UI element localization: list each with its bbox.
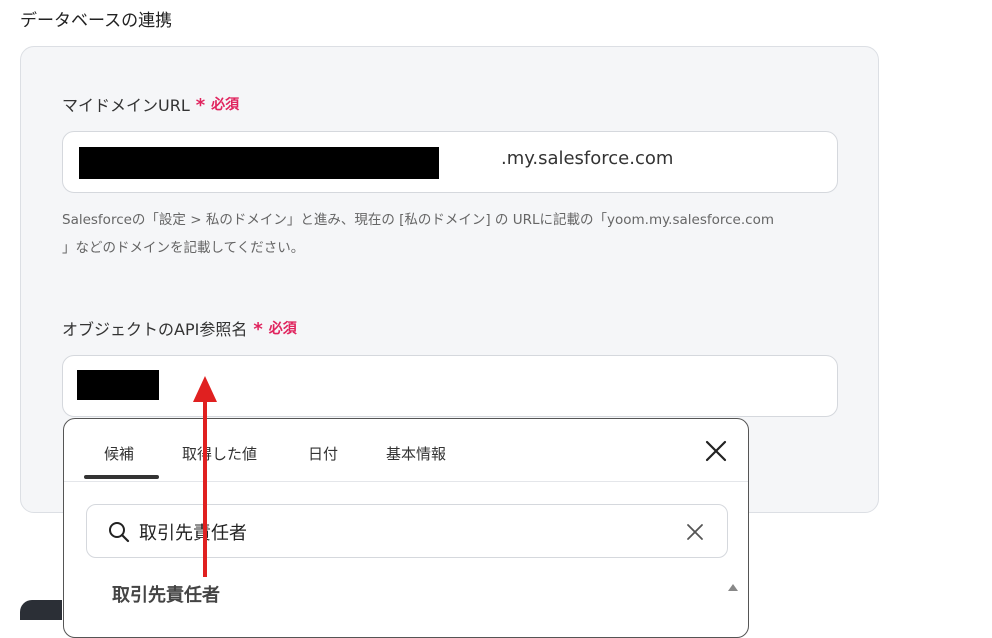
dropdown-tabs: 候補 取得した値 日付 基本情報	[64, 419, 748, 482]
clear-icon[interactable]	[685, 522, 705, 542]
close-icon[interactable]	[704, 439, 728, 463]
domain-url-help-text: Salesforceの「設定 > 私のドメイン」と進み、現在の [私のドメイン]…	[62, 206, 852, 262]
domain-url-label-text: マイドメインURL	[62, 96, 190, 115]
tab-basic-info[interactable]: 基本情報	[386, 443, 446, 464]
tab-candidates[interactable]: 候補	[104, 443, 134, 464]
object-api-name-input[interactable]	[62, 355, 838, 417]
redacted-value	[79, 147, 439, 179]
domain-url-label: マイドメインURL * 必須	[62, 92, 239, 116]
required-star-icon: *	[253, 318, 263, 340]
help-line-2: 」などのドメインを記載してください。	[62, 240, 305, 256]
suggestion-dropdown: 候補 取得した値 日付 基本情報 取引先責任者 取引先責任者	[63, 418, 749, 638]
required-badge: 必須	[268, 321, 297, 337]
search-query: 取引先責任者	[139, 523, 247, 544]
object-api-name-label-text: オブジェクトのAPI参照名	[62, 320, 248, 339]
search-icon	[109, 522, 130, 543]
scroll-up-arrow-icon[interactable]	[728, 584, 738, 591]
domain-url-value-suffix: .my.salesforce.com	[501, 148, 674, 169]
required-star-icon: *	[195, 94, 206, 116]
help-line-1: Salesforceの「設定 > 私のドメイン」と進み、現在の [私のドメイン]…	[62, 212, 774, 228]
dark-panel-corner	[20, 600, 62, 620]
domain-url-input[interactable]: .my.salesforce.com	[62, 131, 838, 193]
suggestion-item[interactable]: 取引先責任者	[112, 581, 220, 607]
object-api-name-label: オブジェクトのAPI参照名 * 必須	[62, 316, 297, 340]
active-tab-indicator	[84, 475, 159, 479]
redacted-value	[77, 370, 159, 400]
tab-retrieved-values[interactable]: 取得した値	[182, 443, 257, 464]
tab-date[interactable]: 日付	[308, 443, 338, 464]
required-badge: 必須	[211, 97, 240, 113]
section-title: データベースの連携	[20, 11, 173, 31]
dropdown-search-input[interactable]: 取引先責任者	[86, 504, 728, 558]
